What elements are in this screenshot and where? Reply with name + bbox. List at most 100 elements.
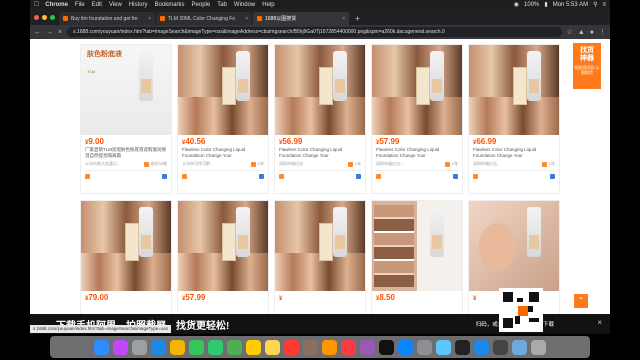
zoom-window-button[interactable] — [50, 14, 55, 20]
contacts-icon[interactable] — [303, 339, 318, 355]
tab-1[interactable]: Buy tlm foundation and get fre × — [59, 12, 155, 25]
compare-icon[interactable] — [259, 174, 264, 179]
product-title[interactable] — [275, 302, 365, 314]
product-card[interactable]: ¥57.99 Flawless Color Changing Liquid Fou… — [371, 44, 463, 194]
find-goods-button[interactable]: 找货 神器 拍照找同款 以图搜货 — [573, 43, 601, 89]
seller-name[interactable]: 深圳市瑞亿达... — [376, 161, 403, 167]
product-card[interactable]: ¥57.99 — [177, 200, 269, 314]
profile-avatar-icon[interactable]: ● — [590, 29, 594, 36]
star-bookmark-icon[interactable]: ☆ — [567, 28, 573, 36]
menu-window[interactable]: Window — [234, 2, 255, 8]
product-card[interactable]: ¥79.00 — [80, 200, 172, 314]
battery-icon[interactable]: ▮ — [544, 1, 547, 8]
product-image[interactable] — [469, 45, 559, 135]
tab-close-icon[interactable]: × — [342, 16, 345, 22]
product-image[interactable] — [469, 201, 559, 291]
appstore-icon[interactable] — [398, 339, 413, 355]
product-card[interactable]: ¥40.56 Flawless Color Changing Liquid Fou… — [177, 44, 269, 194]
menu-bookmarks[interactable]: Bookmarks — [155, 2, 185, 8]
ww-chat-icon[interactable] — [376, 174, 381, 179]
battery-percent[interactable]: 100% — [524, 2, 539, 8]
new-tab-button[interactable]: + — [350, 12, 365, 25]
control-center-icon[interactable]: ≡ — [602, 2, 606, 8]
compare-icon[interactable] — [162, 174, 167, 179]
menu-help[interactable]: Help — [262, 2, 274, 8]
menu-edit[interactable]: Edit — [92, 2, 102, 8]
ww-chat-icon[interactable] — [85, 174, 90, 179]
tv-icon[interactable] — [379, 339, 394, 355]
product-card[interactable]: 肤色粉底液 TLM ¥9.00 厂家直销TLM遮瑕肤色粉底液遮暇滋润保湿自然提亮隔离霜… — [80, 44, 172, 194]
photos-icon[interactable] — [246, 339, 261, 355]
product-image[interactable] — [81, 201, 171, 291]
product-image[interactable] — [275, 201, 365, 291]
product-title[interactable] — [372, 302, 462, 314]
podcasts-icon[interactable] — [360, 339, 375, 355]
product-title[interactable] — [81, 302, 171, 314]
ww-chat-icon[interactable] — [279, 174, 284, 179]
forward-arrow-icon[interactable]: → — [46, 29, 53, 36]
back-arrow-icon[interactable]: ← — [34, 29, 41, 36]
extension-icon[interactable]: ▲ — [578, 29, 585, 36]
product-title[interactable]: Flawless Color Changing Liquid Foundatio… — [275, 146, 365, 160]
product-image[interactable]: 肤色粉底液 TLM — [81, 45, 171, 135]
reminders-icon[interactable] — [322, 339, 337, 355]
close-banner-icon[interactable]: × — [597, 318, 602, 327]
back-to-top-button[interactable]: ⌃ — [574, 294, 588, 308]
seller-name[interactable]: 深圳市瑞亿达... — [279, 161, 306, 167]
facetime-icon[interactable] — [208, 339, 223, 355]
wifi-icon[interactable]: ◉ — [514, 1, 519, 8]
product-card[interactable]: ¥ — [274, 200, 366, 314]
menu-app-name[interactable]: Chrome — [45, 2, 68, 8]
product-image[interactable] — [178, 45, 268, 135]
safari-icon[interactable] — [151, 339, 166, 355]
menu-file[interactable]: File — [75, 2, 85, 8]
tab-close-icon[interactable]: × — [245, 16, 248, 22]
music-icon[interactable] — [341, 339, 356, 355]
product-title[interactable]: 厂家直销TLM遮瑕肤色粉底液遮暇滋润保湿自然提亮隔离霜 — [81, 146, 171, 160]
settings-icon[interactable] — [417, 339, 432, 355]
menu-people[interactable]: People — [192, 2, 211, 8]
address-bar-input[interactable]: s.1688.com/youyuan/index.htm?tab=imageSe… — [67, 27, 562, 37]
tab-2[interactable]: TLM 30ML Color Changing Fo × — [156, 12, 252, 25]
menu-history[interactable]: History — [129, 2, 148, 8]
compare-icon[interactable] — [550, 174, 555, 179]
product-image[interactable] — [178, 201, 268, 291]
close-window-button[interactable] — [34, 14, 39, 20]
launchpad-icon[interactable] — [132, 339, 147, 355]
browser-menu-icon[interactable]: ⋮ — [599, 28, 606, 36]
trash-icon[interactable] — [531, 339, 546, 355]
minimize-window-button[interactable] — [42, 14, 47, 20]
product-title[interactable]: Flawless Color Changing Liquid Foundatio… — [178, 146, 268, 160]
finder-icon[interactable] — [94, 339, 109, 355]
siri-icon[interactable] — [113, 339, 128, 355]
chrome-icon[interactable] — [170, 339, 185, 355]
product-card[interactable]: ¥56.99 Flawless Color Changing Liquid Fou… — [274, 44, 366, 194]
apple-menu-icon[interactable]:  — [34, 1, 39, 8]
ww-chat-icon[interactable] — [182, 174, 187, 179]
folder-icon[interactable] — [512, 339, 527, 355]
compare-icon[interactable] — [453, 174, 458, 179]
tab-3-active[interactable]: 1688以图搜货 × — [253, 12, 349, 25]
maps-icon[interactable] — [227, 339, 242, 355]
messages-icon[interactable] — [189, 339, 204, 355]
product-title[interactable] — [178, 302, 268, 314]
seller-name[interactable]: 义乌市可伶可俐... — [182, 161, 213, 167]
seller-name[interactable]: 深圳市瑞亿达... — [473, 161, 500, 167]
quicktime-icon[interactable] — [493, 339, 508, 355]
tab-close-icon[interactable]: × — [148, 16, 151, 22]
finder2-icon[interactable] — [474, 339, 489, 355]
terminal-icon[interactable] — [455, 339, 470, 355]
product-image[interactable] — [372, 201, 462, 291]
notes-icon[interactable] — [265, 339, 280, 355]
ww-chat-icon[interactable] — [473, 174, 478, 179]
product-title[interactable]: Flawless Color Changing Liquid Foundatio… — [372, 146, 462, 160]
product-card[interactable]: ¥66.99 Flawless Color Changing Liquid Fou… — [468, 44, 560, 194]
menu-tab[interactable]: Tab — [217, 2, 227, 8]
menubar-clock[interactable]: Mon 5:53 AM — [553, 2, 588, 8]
reload-close-icon[interactable]: × — [58, 29, 62, 36]
seller-name[interactable]: 义乌市皆大欢喜日... — [85, 161, 120, 167]
product-image[interactable] — [275, 45, 365, 135]
product-card[interactable]: ¥8.50成交324笔 — [371, 200, 463, 314]
menu-view[interactable]: View — [109, 2, 122, 8]
preview-icon[interactable] — [436, 339, 451, 355]
